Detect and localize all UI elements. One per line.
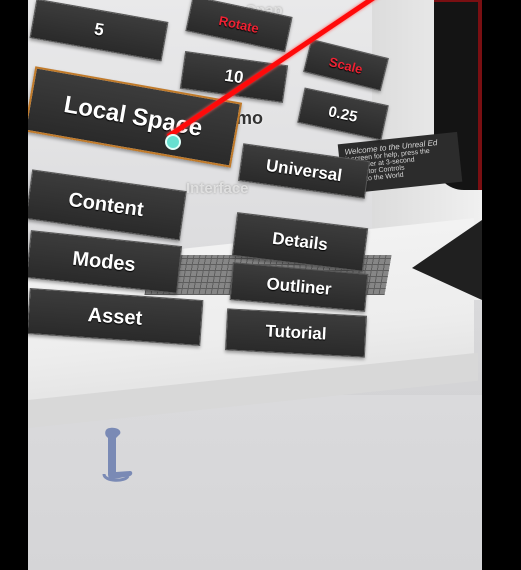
content-label: Content xyxy=(67,188,145,221)
rotate-label: Rotate xyxy=(217,12,261,36)
asset-label: Asset xyxy=(87,303,143,330)
player-start-icon xyxy=(102,427,133,482)
scale-label: Scale xyxy=(327,53,365,77)
outliner-label: Outliner xyxy=(265,274,333,299)
universal-label: Universal xyxy=(264,155,344,186)
snap-value-5[interactable]: 5 xyxy=(29,0,169,62)
tutorial-label: Tutorial xyxy=(265,321,328,344)
value-label: 5 xyxy=(92,19,106,40)
local-space-label: Local Space xyxy=(61,91,205,142)
content-button[interactable]: Content xyxy=(28,169,187,241)
interface-header: Interface xyxy=(186,180,249,197)
modes-label: Modes xyxy=(71,247,137,276)
vr-viewport: Welcome to the Unreal Ed ir screen for h… xyxy=(28,0,482,570)
value-label: 0.25 xyxy=(326,102,360,126)
laser-hit-point xyxy=(165,134,181,150)
details-label: Details xyxy=(271,228,329,255)
tutorial-button[interactable]: Tutorial xyxy=(224,308,368,358)
